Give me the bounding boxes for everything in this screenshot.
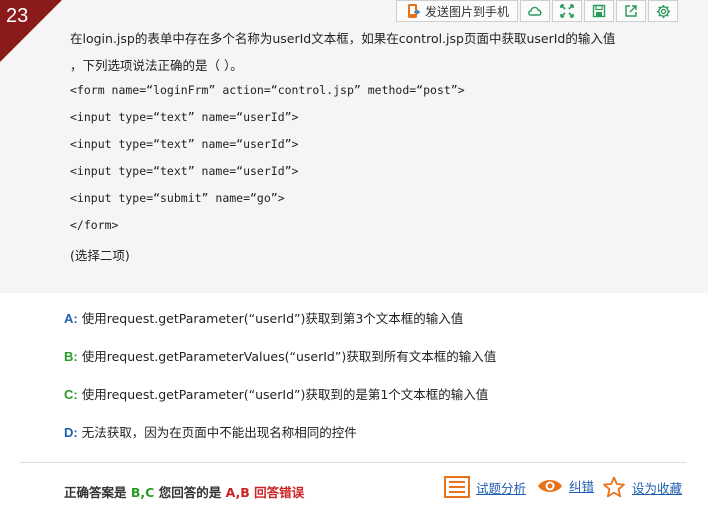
option-label: A: [64, 311, 78, 326]
question-text-line-1: 在login.jsp的表单中存在多个名称为userId文本框，如果在contro… [70, 31, 616, 46]
eye-icon [538, 479, 562, 492]
option-text: 使用request.getParameter(“userId”)获取到第3个文本… [81, 311, 464, 326]
report-error-button[interactable]: 纠错 [537, 476, 594, 495]
correct-answer-prefix: 正确答案是 [64, 485, 127, 500]
list-icon [444, 476, 470, 498]
analysis-label: 试题分析 [476, 480, 527, 496]
question-note: (选择二项) [70, 248, 130, 263]
option-b[interactable]: B: 使用request.getParameterValues(“userId”… [64, 346, 496, 365]
correct-answer-value: B,C [130, 485, 155, 500]
code-line: <input type=“text” name=“userId”> [70, 164, 299, 178]
favorite-label: 设为收藏 [632, 480, 683, 496]
save-button[interactable] [584, 0, 614, 22]
code-line: </form> [70, 218, 119, 232]
option-label: D: [64, 425, 78, 440]
code-line: <input type=“text” name=“userId”> [70, 137, 299, 151]
share-icon [625, 5, 637, 17]
question-number: 23 [6, 5, 29, 27]
your-answer-value: A,B [225, 485, 250, 500]
answer-result: 回答错误 [254, 485, 305, 500]
option-a[interactable]: A: 使用request.getParameter(“userId”)获取到第3… [64, 308, 463, 327]
option-c[interactable]: C: 使用request.getParameter(“userId”)获取到的是… [64, 384, 488, 403]
question-toolbar: 发送图片到手机 [396, 0, 678, 22]
save-icon [592, 4, 606, 18]
fullscreen-button[interactable] [552, 0, 582, 22]
code-line: <input type=“submit” name=“go”> [70, 191, 285, 205]
settings-button[interactable] [648, 0, 678, 22]
option-d[interactable]: D: 无法获取，因为在页面中不能出现名称相同的控件 [64, 422, 357, 441]
send-to-phone-button[interactable]: 发送图片到手机 [396, 0, 518, 22]
code-line: <form name=“loginFrm” action=“control.js… [70, 83, 465, 97]
send-to-phone-label: 发送图片到手机 [424, 4, 509, 19]
option-text: 使用request.getParameterValues(“userId”)获取… [81, 349, 497, 364]
code-line: <input type=“text” name=“userId”> [70, 110, 299, 124]
star-icon [603, 476, 625, 498]
expand-icon [560, 4, 574, 18]
option-label: B: [64, 349, 78, 364]
option-text: 使用request.getParameter(“userId”)获取到的是第1个… [81, 387, 489, 402]
share-button[interactable] [616, 0, 646, 22]
option-label: C: [64, 387, 78, 402]
option-text: 无法获取，因为在页面中不能出现名称相同的控件 [81, 425, 357, 440]
question-panel: 23 发送图片到手机 在login.jsp的表单中存在多个名称为userId文本… [0, 0, 708, 293]
gear-icon [656, 4, 670, 18]
question-text-line-2: ，下列选项说法正确的是（ ）。 [70, 58, 243, 73]
answer-summary: 正确答案是 B,C 您回答的是 A,B 回答错误 [64, 482, 304, 501]
report-error-label: 纠错 [569, 479, 595, 494]
divider [20, 462, 686, 463]
analysis-button[interactable]: 试题分析 [444, 476, 526, 498]
phone-send-icon [407, 4, 421, 18]
favorite-button[interactable]: 设为收藏 [602, 476, 682, 498]
cloud-icon [528, 6, 542, 16]
cloud-button[interactable] [520, 0, 550, 22]
your-answer-prefix: 您回答的是 [158, 485, 222, 500]
